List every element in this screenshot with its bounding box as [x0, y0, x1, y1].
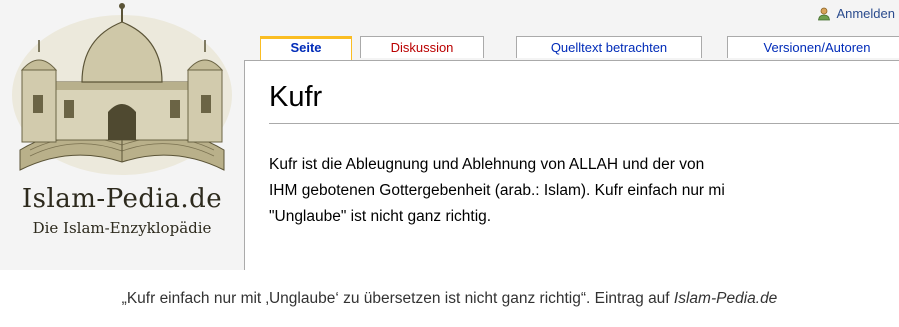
wiki-screenshot: Islam-Pedia.de Die Islam-Enzyklopädie An…	[0, 0, 899, 270]
page-title: Kufr	[269, 81, 323, 113]
heading-divider	[269, 123, 899, 124]
logo-title: Islam-Pedia.de	[21, 184, 223, 214]
article-line: "Unglaube" ist nicht ganz richtig.	[269, 208, 492, 225]
article-body: Kufr ist die Ableugnung und Ablehnung vo…	[269, 152, 899, 230]
article-line: IHM gebotenen Gottergebenheit (arab.: Is…	[269, 182, 725, 199]
caption-source: Islam-Pedia.de	[673, 290, 778, 307]
article-line: Kufr ist die Ableugnung und Ablehnung vo…	[269, 156, 705, 173]
caption-text: „Kufr einfach nur mit ‚Unglaube‘ zu über…	[121, 290, 674, 307]
login-link[interactable]: Anmelden	[817, 6, 899, 21]
tab-quelltext[interactable]: Quelltext betrachten	[516, 36, 702, 58]
login-label: Anmelden	[836, 6, 895, 21]
logo-subtitle: Die Islam-Enzyklopädie	[32, 219, 212, 237]
tab-versionen[interactable]: Versionen/Autoren	[727, 36, 899, 58]
site-logo[interactable]: Islam-Pedia.de Die Islam-Enzyklopädie	[0, 0, 244, 270]
article-content: Kufr Kufr ist die Ableugnung und Ablehnu…	[244, 60, 899, 270]
tab-diskussion[interactable]: Diskussion	[360, 36, 484, 58]
figure-caption: „Kufr einfach nur mit ‚Unglaube‘ zu über…	[0, 270, 899, 327]
tab-seite[interactable]: Seite	[260, 36, 352, 60]
mosque-book-logo-icon	[12, 3, 232, 175]
user-icon	[817, 7, 831, 21]
